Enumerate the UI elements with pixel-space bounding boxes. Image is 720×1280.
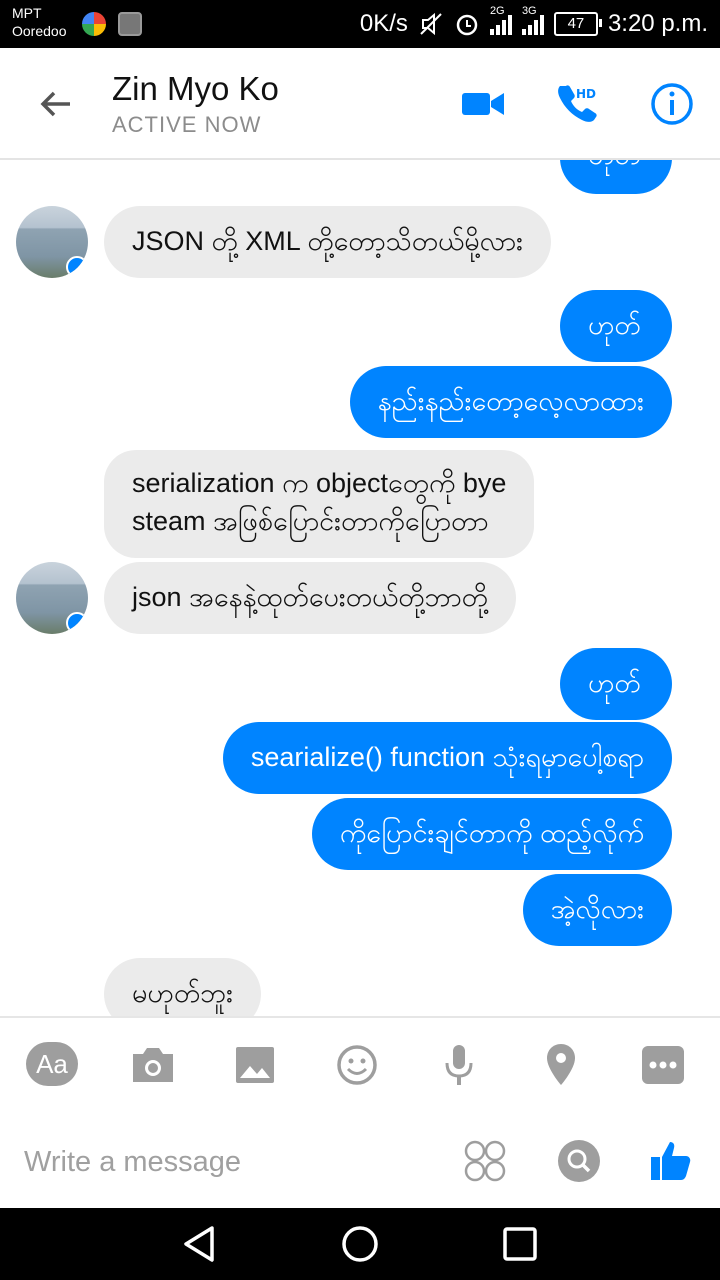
message-text-line: steam အဖြစ်ပြောင်းတာကိုပြောတာ	[132, 506, 489, 536]
carrier-label: MPT Ooredoo	[12, 4, 66, 40]
nav-recents-icon[interactable]	[498, 1222, 542, 1266]
contact-name[interactable]: Zin Myo Ko	[112, 70, 279, 108]
conversation-header: Zin Myo Ko ACTIVE NOW HD	[0, 48, 720, 160]
search-gif-icon[interactable]	[556, 1138, 602, 1184]
android-nav-bar	[0, 1208, 720, 1280]
network-type-2: 3G	[521, 5, 537, 17]
message-bubble-incoming[interactable]: JSON တို့ XML တို့တော့သိတယ်မို့လား	[104, 206, 551, 278]
text-format-aa-button[interactable]: Aa	[26, 1042, 78, 1086]
svg-text:HD: HD	[576, 87, 596, 101]
signal-2g: 2G	[489, 5, 512, 35]
network-type-1: 2G	[489, 5, 505, 17]
nav-home-icon[interactable]	[338, 1222, 382, 1266]
message-thread[interactable]: ဟုတ် JSON တို့ XML တို့တော့သိတယ်မို့လား …	[0, 160, 720, 1016]
camera-icon[interactable]	[128, 1040, 178, 1090]
message-bubble-outgoing[interactable]: ဟုတ်	[560, 290, 672, 362]
carrier-name-1: MPT	[12, 5, 42, 21]
video-call-icon[interactable]	[460, 80, 508, 128]
alarm-icon	[456, 14, 478, 36]
google-icon	[82, 12, 106, 36]
carrier-name-2: Ooredoo	[12, 23, 67, 39]
battery-icon: 47	[553, 12, 602, 36]
message-bubble-incoming[interactable]: မဟုတ်ဘူး	[104, 958, 261, 1016]
stickers-icon[interactable]	[462, 1138, 508, 1184]
message-text-line: serialization က objectတွေကို bye	[132, 468, 507, 498]
message-bubble-outgoing[interactable]: ဟုတ်	[560, 648, 672, 720]
back-arrow-icon[interactable]	[36, 84, 76, 124]
messenger-badge-icon	[66, 612, 88, 634]
signal-3g: 3G	[521, 5, 544, 35]
more-options-icon[interactable]	[638, 1040, 688, 1090]
info-icon[interactable]	[648, 80, 696, 128]
location-pin-icon[interactable]	[536, 1040, 586, 1090]
gallery-icon	[118, 12, 142, 36]
clock: 3:20 p.m.	[607, 10, 708, 37]
message-input[interactable]: Write a message	[24, 1140, 444, 1184]
message-bubble-outgoing[interactable]: ဟုတ်	[560, 160, 672, 194]
mute-icon	[420, 12, 442, 36]
message-bubble-outgoing[interactable]: searialize() function သုံးရမှာပေါ့စရာ	[222, 722, 672, 794]
thumbs-up-icon[interactable]	[648, 1138, 694, 1184]
composer-divider	[0, 1016, 720, 1018]
message-bubble-incoming[interactable]: json အနေနဲ့ထုတ်ပေးတယ်တို့ဘာတို့	[104, 562, 516, 634]
emoji-icon[interactable]	[332, 1040, 382, 1090]
status-bar: MPT Ooredoo 0K/s 2G 3G 47 3:20 p.m.	[0, 0, 720, 48]
active-status: ACTIVE NOW	[112, 112, 262, 137]
microphone-icon[interactable]	[434, 1040, 484, 1090]
messenger-badge-icon	[66, 256, 88, 278]
message-bubble-outgoing[interactable]: အဲ့လိုလား	[522, 874, 672, 946]
voice-call-hd-icon[interactable]: HD	[552, 80, 600, 128]
status-right: 0K/s 2G 3G 47 3:20 p.m.	[359, 5, 708, 38]
contact-avatar[interactable]	[16, 206, 88, 278]
contact-avatar[interactable]	[16, 562, 88, 634]
message-bubble-outgoing[interactable]: နည်းနည်းတော့လေ့လာထား	[349, 366, 672, 438]
message-bubble-outgoing[interactable]: ကိုပြောင်းချင်တာကို ထည့်လိုက်	[311, 798, 672, 870]
net-speed: 0K/s	[359, 10, 408, 37]
nav-back-icon[interactable]	[178, 1222, 222, 1266]
message-bubble-incoming[interactable]: serialization က objectတွေကို bye steam အ…	[104, 450, 535, 558]
gallery-icon[interactable]	[230, 1040, 280, 1090]
